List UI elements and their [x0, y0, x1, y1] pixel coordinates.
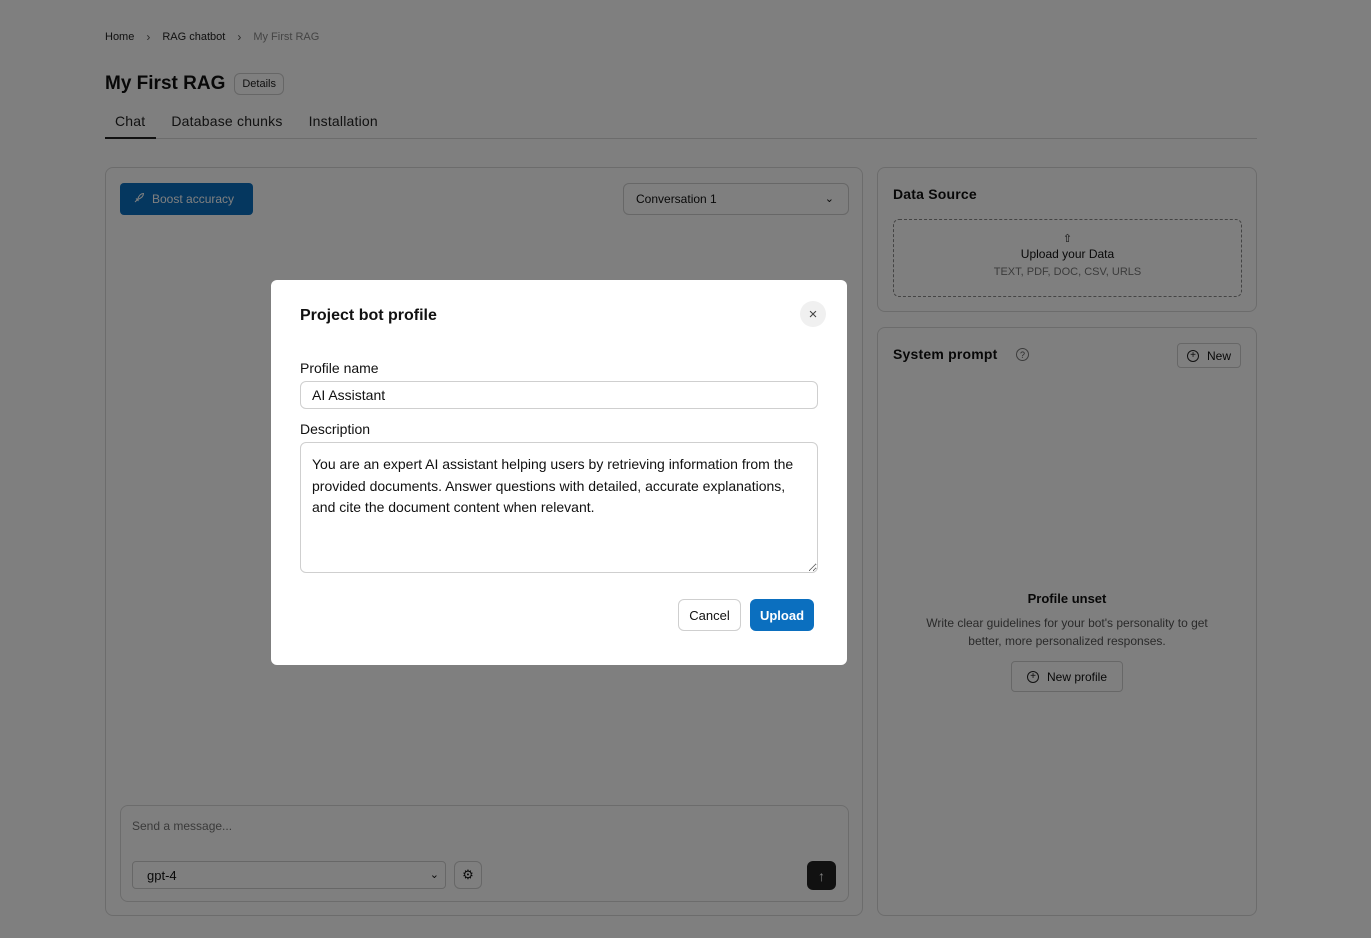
profile-name-label: Profile name	[300, 360, 379, 376]
modal-title: Project bot profile	[300, 307, 437, 324]
close-button[interactable]: ×	[800, 301, 826, 327]
cancel-button[interactable]: Cancel	[678, 599, 741, 631]
upload-button[interactable]: Upload	[750, 599, 814, 631]
close-icon: ×	[808, 305, 818, 323]
bot-profile-modal: Project bot profile × Profile name Descr…	[271, 280, 847, 665]
page: Home › RAG chatbot › My First RAG My Fir…	[0, 0, 1371, 938]
description-label: Description	[300, 421, 371, 437]
description-textarea[interactable]: You are an expert AI assistant helping u…	[300, 442, 818, 573]
profile-name-input[interactable]	[300, 381, 818, 409]
